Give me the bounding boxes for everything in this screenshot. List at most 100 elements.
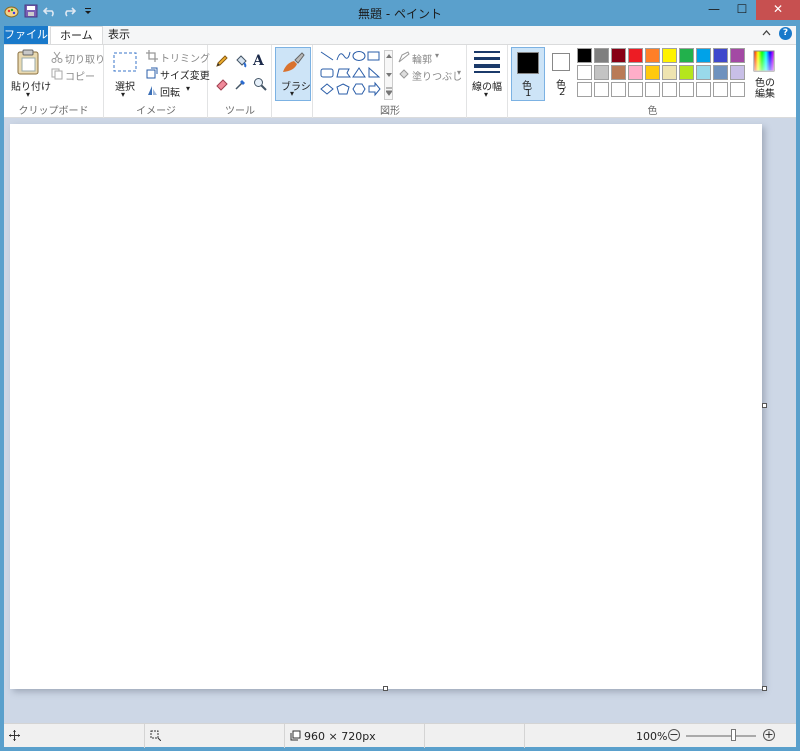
tools-group: A ツール [209,45,272,118]
brush-group: ブラシ ▾ [273,45,313,118]
palette-swatch[interactable] [594,48,609,63]
fill-label[interactable]: 塗りつぶし [412,68,462,83]
palette-swatch[interactable] [628,82,643,97]
size-group: 線の幅 ▾ [468,45,508,118]
rotate-icon[interactable] [146,84,158,99]
collapse-ribbon-icon[interactable] [762,28,771,39]
edit-colors-label[interactable]: 色の編集 [752,78,778,100]
close-button[interactable]: ✕ [756,0,800,20]
palette-swatch[interactable] [730,82,745,97]
resize-handle-corner[interactable] [762,686,767,691]
resize-handle-right[interactable] [762,403,767,408]
eraser-icon[interactable] [215,77,229,94]
clipboard-group: 貼り付け ▾ 切り取り コピー クリップボード [4,45,105,118]
palette-swatch[interactable] [577,48,592,63]
fill-dropdown-icon[interactable]: ▾ [457,68,461,77]
crop-label[interactable]: トリミング [160,50,210,65]
zoom-out-button[interactable]: − [668,729,680,741]
color2-number: 2 [559,87,566,98]
palette-swatch[interactable] [662,48,677,63]
color-picker-icon[interactable] [234,77,248,94]
drawing-canvas[interactable] [10,124,762,689]
palette-swatch[interactable] [696,65,711,80]
resize-label[interactable]: サイズ変更 [160,67,210,82]
palette-swatch[interactable] [628,48,643,63]
resize-handle-bottom[interactable] [383,686,388,691]
select-icon[interactable] [113,52,137,75]
tab-view[interactable]: 表示 [99,26,139,44]
palette-swatch[interactable] [713,48,728,63]
palette-swatch[interactable] [662,65,677,80]
selection-size-icon [150,730,162,744]
palette-swatch[interactable] [713,65,728,80]
cut-icon[interactable] [51,51,63,66]
colors-group-label: 色 [647,106,658,117]
cursor-position-icon [9,730,20,744]
title-bar: 無題 - ペイント — ☐ ✕ [0,0,800,26]
palette-swatch[interactable] [679,65,694,80]
line-width-dropdown-icon[interactable]: ▾ [484,90,488,99]
color1-button[interactable]: 色 1 [511,47,545,101]
palette-swatch[interactable] [662,82,677,97]
resize-icon[interactable] [146,67,158,82]
palette-swatch[interactable] [611,65,626,80]
palette-swatch[interactable] [679,48,694,63]
magnifier-icon[interactable] [253,77,267,94]
fill-bucket-icon[interactable] [234,54,248,71]
palette-swatch[interactable] [645,65,660,80]
line-width-icon[interactable] [474,51,500,76]
colors-group: 色の編集 色 [575,45,796,118]
palette-swatch[interactable] [628,65,643,80]
tab-file[interactable]: ファイル [4,26,48,44]
outline-icon[interactable] [398,51,410,66]
canvas-size-icon [290,730,301,744]
rotate-label[interactable]: 回転 [160,84,180,99]
cut-label: 切り取り [65,55,105,66]
image-group-label: イメージ [136,106,176,117]
palette-swatch[interactable] [611,48,626,63]
paste-button[interactable] [16,49,40,78]
palette-swatch[interactable] [645,82,660,97]
palette-swatch[interactable] [730,48,745,63]
zoom-in-button[interactable]: + [763,729,775,741]
shapes-group-label: 図形 [380,106,400,117]
shapes-scroll[interactable] [384,50,393,100]
palette-swatch[interactable] [679,82,694,97]
brush-button[interactable]: ブラシ ▾ [275,47,311,101]
palette-swatch[interactable] [713,82,728,97]
copy-label: コピー [65,72,95,83]
color2-button[interactable]: 色 2 [547,47,577,101]
palette-swatch[interactable] [594,65,609,80]
ribbon: 貼り付け ▾ 切り取り コピー クリップボード 選択 ▾ トリミング サイズ変更… [4,44,796,118]
crop-icon[interactable] [146,50,158,65]
paste-dropdown-icon[interactable]: ▾ [26,90,30,99]
maximize-button[interactable]: ☐ [728,0,756,20]
image-group: 選択 ▾ トリミング サイズ変更 回転 ▾ イメージ [105,45,210,118]
brush-dropdown-icon[interactable]: ▾ [290,89,294,98]
minimize-button[interactable]: — [700,0,728,20]
palette-swatch[interactable] [645,48,660,63]
zoom-slider-thumb[interactable] [730,729,736,741]
palette-swatch[interactable] [730,65,745,80]
zoom-slider[interactable] [686,735,756,737]
rotate-dropdown-icon[interactable]: ▾ [186,84,190,93]
pencil-icon[interactable] [215,54,229,71]
canvas-size-text: 960 × 720px [304,730,376,743]
outline-dropdown-icon[interactable]: ▾ [435,51,439,60]
canvas-workspace[interactable] [4,118,796,723]
fill-icon[interactable] [398,68,410,83]
outline-label[interactable]: 輪郭 [412,51,432,66]
palette-swatch[interactable] [577,82,592,97]
select-dropdown-icon[interactable]: ▾ [121,90,125,99]
palette-swatch[interactable] [594,82,609,97]
text-tool-icon[interactable]: A [253,53,264,69]
tab-home[interactable]: ホーム [50,26,103,45]
help-icon[interactable]: ? [779,27,792,40]
palette-swatch[interactable] [696,48,711,63]
palette-swatch[interactable] [611,82,626,97]
palette-swatch[interactable] [577,65,592,80]
edit-colors-icon[interactable] [753,50,775,75]
copy-icon[interactable] [51,68,63,83]
color2-swatch [552,53,570,71]
palette-swatch[interactable] [696,82,711,97]
